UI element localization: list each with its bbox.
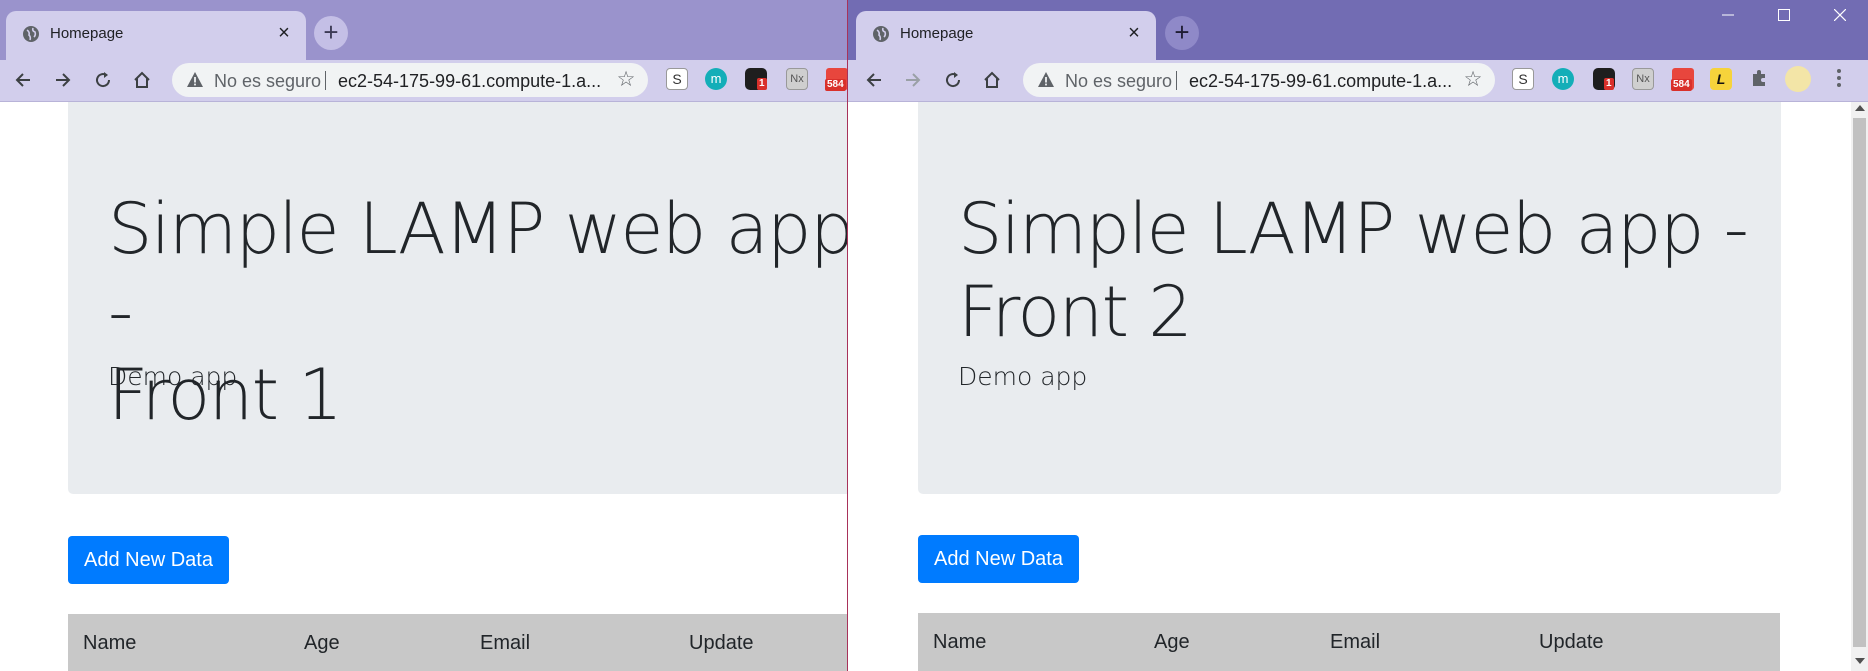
extension-badge: 1 [1604,78,1614,90]
browser-window-front-2: Homepage × + No es seguro ec2-54-175-99-… [848,0,1868,671]
home-icon[interactable] [977,65,1007,95]
minimize-icon[interactable] [1700,0,1756,30]
s-extension-icon[interactable]: S [1512,68,1534,90]
add-new-data-button[interactable]: Add New Data [918,535,1079,583]
back-arrow-icon[interactable] [859,65,889,95]
profile-avatar-icon[interactable] [1785,66,1811,92]
nx-extension-icon[interactable]: Nx [1632,68,1654,90]
page-title: Simple LAMP web app - Front 2 [958,188,1749,353]
window-controls [1700,0,1868,30]
column-header-age[interactable]: Age [304,632,340,655]
reload-icon[interactable] [88,65,118,95]
omnibox-separator [325,71,326,90]
title-bar: Homepage × + [848,0,1868,60]
puzzle-extensions-icon[interactable] [1748,68,1770,90]
page-content: Simple LAMP web app - Front 2 Demo app A… [848,102,1868,671]
mail-extension-icon[interactable]: 584 [825,68,847,91]
title-bar: Homepage × + [0,0,847,60]
column-header-update[interactable]: Update [1539,631,1604,654]
tab-title: Homepage [900,25,974,42]
address-bar[interactable]: No es seguro ec2-54-175-99-61.compute-1.… [1023,63,1495,97]
browser-window-front-1: Homepage × + No es seguro ec2-54-175-99-… [0,0,847,671]
not-secure-label: No es seguro [214,71,322,91]
warning-icon [1038,72,1054,87]
kebab-menu-icon[interactable] [1828,68,1850,90]
forward-arrow-icon[interactable] [48,65,78,95]
new-tab-button[interactable]: + [314,16,348,50]
extension-badge: 1 [757,78,767,90]
close-window-icon[interactable] [1812,0,1868,30]
vertical-scrollbar[interactable] [1851,102,1868,671]
reload-icon[interactable] [938,65,968,95]
add-new-data-button[interactable]: Add New Data [68,536,229,584]
bookmark-star-icon[interactable]: ☆ [614,68,638,92]
tab-close-icon[interactable]: × [1122,21,1146,45]
extension-badge: 584 [825,79,846,91]
lead-text: Demo app [958,362,1088,391]
scroll-up-arrow-icon[interactable] [1855,105,1865,111]
tab-homepage[interactable]: Homepage × [6,11,306,60]
home-icon[interactable] [127,65,157,95]
globe-icon [23,26,39,42]
window-divider [847,0,848,671]
globe-icon [873,26,889,42]
column-header-age[interactable]: Age [1154,631,1190,654]
m-extension-icon[interactable]: m [1552,68,1574,90]
scrollbar-thumb[interactable] [1853,118,1866,647]
s-extension-icon[interactable]: S [666,68,688,90]
mail-extension-icon[interactable]: 584 [1671,68,1694,91]
address-bar[interactable]: No es seguro ec2-54-175-99-61.compute-1.… [172,63,648,97]
column-header-email[interactable]: Email [1330,631,1380,654]
m-extension-icon[interactable]: m [705,68,727,90]
tab-close-icon[interactable]: × [272,21,296,45]
page-content: Simple LAMP web app - Front 1 Demo app A… [0,102,847,671]
scroll-down-arrow-icon[interactable] [1855,658,1865,664]
browser-toolbar: No es seguro ec2-54-175-99-61.compute-1.… [0,60,847,102]
new-tab-button[interactable]: + [1165,16,1199,50]
jumbotron: Simple LAMP web app - Front 1 Demo app [68,102,847,494]
nx-extension-icon[interactable]: Nx [786,68,808,90]
column-header-update[interactable]: Update [689,632,754,655]
omnibox-separator [1176,71,1177,90]
dark-extension-icon[interactable]: 1 [745,68,767,90]
not-secure-label: No es seguro [1065,71,1173,91]
warning-icon [187,72,203,87]
jumbotron: Simple LAMP web app - Front 2 Demo app [918,102,1781,494]
page-title: Simple LAMP web app - Front 1 [108,188,847,436]
extension-badge: 584 [1671,79,1692,91]
l-extension-icon[interactable]: L [1710,68,1732,90]
forward-arrow-icon[interactable] [898,65,928,95]
browser-toolbar: No es seguro ec2-54-175-99-61.compute-1.… [848,60,1868,102]
column-header-email[interactable]: Email [480,632,530,655]
column-header-name[interactable]: Name [933,631,986,654]
bookmark-star-icon[interactable]: ☆ [1461,68,1485,92]
lead-text: Demo app [108,362,238,391]
tab-title: Homepage [50,25,124,42]
dark-extension-icon[interactable]: 1 [1593,68,1615,90]
column-header-name[interactable]: Name [83,632,136,655]
table-header: Name Age Email Update [68,614,847,671]
back-arrow-icon[interactable] [8,65,38,95]
url-text[interactable]: ec2-54-175-99-61.compute-1.a... [338,71,601,92]
tab-homepage[interactable]: Homepage × [856,11,1156,60]
table-header: Name Age Email Update [918,613,1780,671]
url-text[interactable]: ec2-54-175-99-61.compute-1.a... [1189,71,1452,92]
maximize-icon[interactable] [1756,0,1812,30]
